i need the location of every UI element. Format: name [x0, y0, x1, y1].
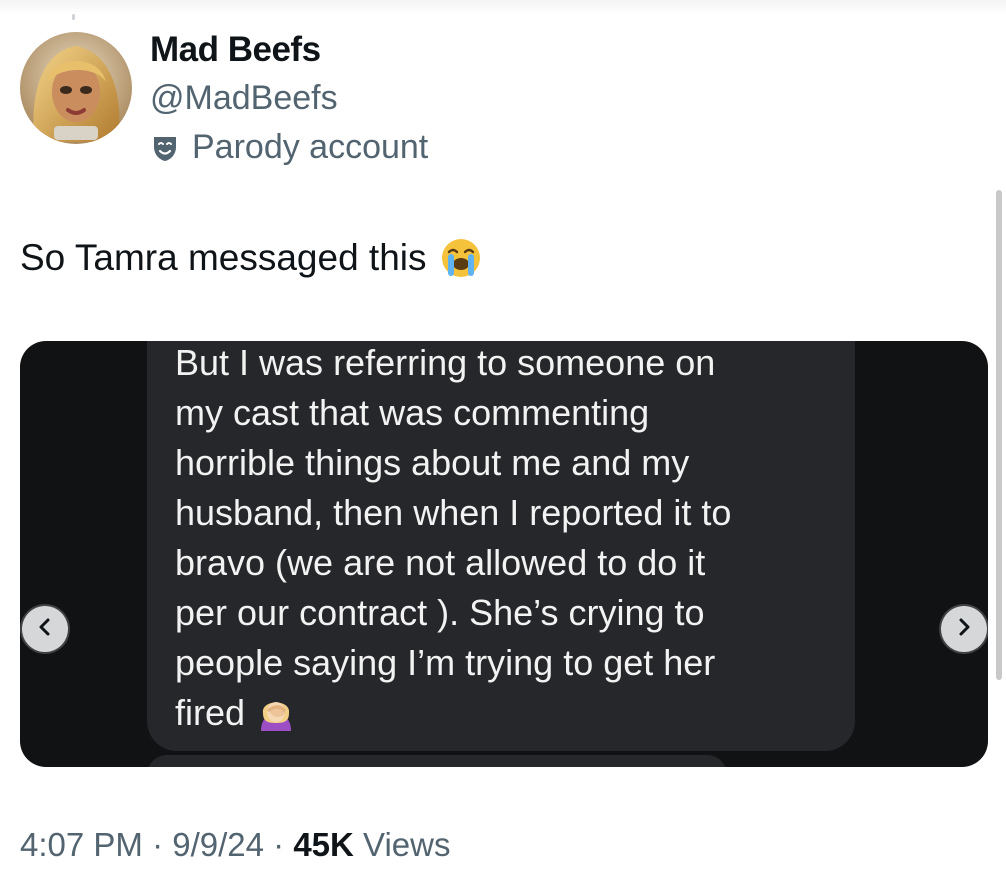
chevron-right-icon — [954, 617, 974, 642]
display-name[interactable]: Mad Beefs — [150, 30, 321, 70]
message-text-content: But I was referring to someone on my cas… — [175, 342, 732, 733]
meta-separator: · — [142, 826, 173, 863]
tweet-text: So Tamra messaged this — [20, 236, 483, 280]
user-handle[interactable]: @MadBeefs — [150, 79, 338, 118]
parody-badge: Parody account — [150, 128, 428, 167]
theater-mask-icon — [150, 133, 180, 163]
previous-button[interactable] — [22, 606, 68, 652]
tweet-date[interactable]: 9/9/24 — [172, 826, 264, 864]
tweet-text-content: So Tamra messaged this — [20, 237, 427, 278]
chevron-left-icon — [35, 617, 55, 642]
tweet-meta: 4:07 PM · 9/9/24 · 45K Views — [20, 826, 450, 864]
views-count[interactable]: 45K — [293, 826, 354, 864]
parody-label: Parody account — [192, 128, 429, 166]
views-label: Views — [353, 826, 451, 863]
meta-separator: · — [263, 826, 294, 863]
next-button[interactable] — [941, 606, 987, 652]
woman-facepalming-icon — [255, 691, 297, 733]
media-carousel[interactable]: But I was referring to someone on my cas… — [20, 341, 988, 767]
top-handle — [72, 14, 75, 20]
tweet-detail: Mad Beefs @MadBeefs Parody account So Ta… — [0, 0, 1006, 886]
scrollbar[interactable] — [996, 190, 1002, 680]
top-divider — [0, 0, 1006, 14]
next-message-bubble — [147, 755, 727, 767]
avatar[interactable] — [20, 32, 132, 144]
message-text: But I was referring to someone on my cas… — [175, 341, 855, 738]
loudly-crying-face-icon — [439, 236, 483, 280]
tweet-time[interactable]: 4:07 PM — [20, 826, 143, 864]
